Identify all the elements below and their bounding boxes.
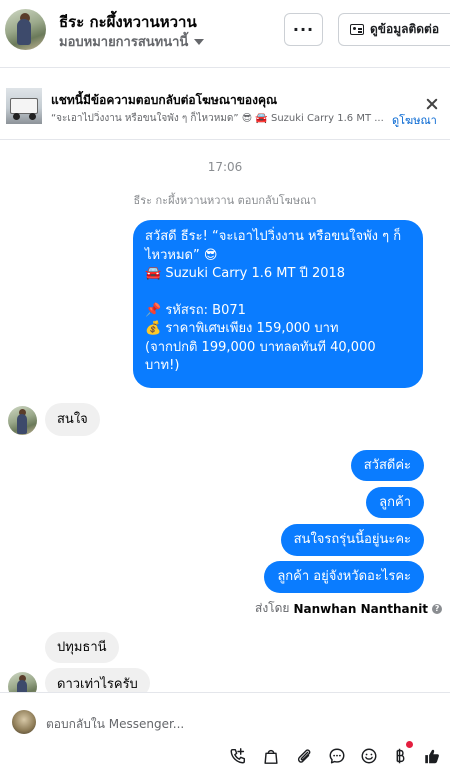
shopping-bag-icon[interactable] (260, 745, 282, 767)
chat-bubble-icon[interactable] (326, 745, 348, 767)
message-composer (0, 692, 450, 779)
view-contact-info-label: ดูข้อมูลติดต่อ (370, 22, 440, 36)
more-dots-icon: ··· (292, 20, 315, 39)
ad-message-line: 💰 ราคาพิเศษเพียง 159,000 บาท (145, 321, 339, 336)
reply-input[interactable] (46, 715, 436, 733)
id-card-icon (350, 24, 364, 35)
ad-message-bubble[interactable]: สวัสดี ธีระ! “จะเอาไปวิ่งงาน หรือขนใจพัง… (133, 220, 423, 388)
page-avatar (12, 710, 36, 734)
ad-message-line: สวัสดี ธีระ! “จะเอาไปวิ่งงาน หรือขนใจพัง… (145, 229, 402, 244)
notification-dot (406, 741, 413, 748)
paperclip-icon[interactable] (293, 745, 315, 767)
thumbs-up-icon[interactable] (421, 745, 443, 767)
message-timestamp: 17:06 (207, 160, 243, 174)
incoming-message[interactable]: ปทุมธานี (45, 632, 119, 663)
outgoing-message[interactable]: สนใจรถรุ่นนี้อยู่นะคะ (280, 524, 424, 556)
outgoing-message[interactable]: สวัสดีค่ะ (350, 450, 424, 481)
ad-thumbnail[interactable] (6, 88, 42, 124)
assign-conversation-dropdown[interactable]: มอบหมายการสนทนานี้ (59, 31, 205, 52)
conversation-header: ธีระ กะผึ้งหวานหวาน มอบหมายการสนทนานี้ ·… (0, 0, 450, 68)
ad-banner-subtitle: “จะเอาไปวิ่งงาน หรือขนใจพัง ๆ ก็ไหวหมด” … (51, 113, 384, 124)
view-contact-info-button[interactable]: ดูข้อมูลติดต่อ (338, 13, 450, 46)
ad-message-line (145, 284, 411, 302)
emoji-icon[interactable] (358, 745, 380, 767)
view-ad-link[interactable]: ดูโฆษณา (392, 111, 437, 129)
incoming-message[interactable]: สนใจ (45, 403, 100, 436)
caret-down-icon (194, 38, 205, 45)
ad-reply-system-note: ธีระ กะผึ้งหวานหวาน ตอบกลับโฆษณา (133, 194, 317, 207)
baht-icon[interactable] (389, 745, 411, 767)
ad-reply-banner: แชทนี้มีข้อความตอบกลับต่อโฆษณาของคุณ “จะ… (0, 69, 450, 140)
ad-message-line: 📌 รหัสรถ: B071 (145, 302, 246, 318)
ad-message-line: บาท!) (145, 358, 180, 373)
help-icon[interactable]: ? (432, 603, 443, 614)
ad-message-line: ไหวหมด” 😎 (145, 247, 218, 263)
close-icon[interactable] (424, 96, 440, 112)
call-add-icon[interactable] (227, 745, 249, 767)
contact-avatar[interactable] (5, 9, 46, 50)
sent-by-name: Nanwhan Nanthanit (293, 601, 429, 616)
more-options-button[interactable]: ··· (284, 13, 323, 46)
contact-avatar-small[interactable] (8, 406, 37, 435)
outgoing-message[interactable]: ลูกค้า (366, 487, 424, 518)
sent-by-note: ส่งโดย Nanwhan Nanthanit ? (255, 599, 443, 618)
assign-label: มอบหมายการสนทนานี้ (59, 35, 189, 50)
ad-message-line: 🚘 Suzuki Carry 1.6 MT ปี 2018 (145, 266, 346, 281)
sent-by-prefix: ส่งโดย (255, 601, 290, 615)
ad-banner-title: แชทนี้มีข้อความตอบกลับต่อโฆษณาของคุณ (51, 93, 278, 107)
outgoing-message[interactable]: ลูกค้า อยู่จังหวัดอะไรคะ (264, 561, 424, 593)
ad-message-line: (จากปกติ 199,000 บาทลดทันที 40,000 (145, 339, 376, 355)
